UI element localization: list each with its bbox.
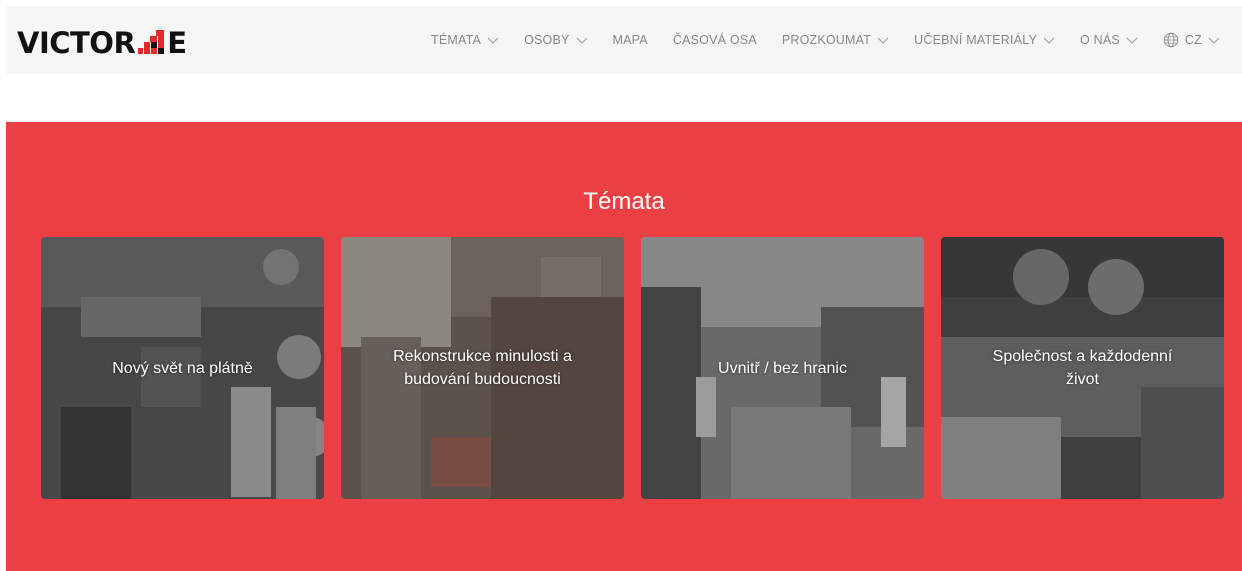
chevron-down-icon [487, 37, 499, 44]
card-label: Nový svět na plátně [112, 359, 253, 377]
nav-item-prozkoumat[interactable]: PROZKOUMAT [782, 33, 889, 47]
victoreu-logo[interactable]: VICTOR E [17, 26, 187, 60]
globe-icon [1163, 32, 1179, 48]
card-label: Uvnitř / bez hranic [718, 359, 847, 377]
nav-item-ucebni-materialy[interactable]: UČEBNÍ MATERIÁLY [914, 33, 1055, 47]
nav-item-o-nas[interactable]: O NÁS [1080, 33, 1138, 47]
theme-card-novy-svet[interactable]: Nový svět na plátně [41, 237, 324, 499]
themes-section: Témata Nový svět na plátně Rekonstrukce … [6, 122, 1242, 571]
logo-text-right: E [167, 26, 187, 60]
chevron-down-icon [1043, 37, 1055, 44]
theme-card-rekonstrukce[interactable]: Rekonstrukce minulosti a budování budouc… [341, 237, 624, 499]
section-title: Témata [583, 188, 665, 215]
chevron-down-icon [877, 37, 889, 44]
card-label: Rekonstrukce minulosti a budování budouc… [393, 348, 572, 388]
language-label: CZ [1184, 33, 1202, 47]
nav-item-temata[interactable]: TÉMATA [431, 33, 499, 47]
nav-item-mapa[interactable]: MAPA [613, 33, 648, 47]
theme-card-spolecnost[interactable]: Společnost a každodenní život [941, 237, 1224, 499]
nav-item-label: OSOBY [524, 33, 570, 47]
logo-blocks-icon [138, 29, 165, 57]
chevron-down-icon [1208, 37, 1220, 44]
nav-item-casova-osa[interactable]: ČASOVÁ OSA [673, 33, 757, 47]
site-header: VICTOR E TÉMATA OSOBY MAPA ČASOVÁ OSA PR… [6, 6, 1242, 74]
language-selector[interactable]: CZ [1163, 32, 1220, 48]
logo-text-left: VICTOR [17, 26, 136, 60]
theme-card-uvnitr[interactable]: Uvnitř / bez hranic [641, 237, 924, 499]
nav-item-label: TÉMATA [431, 33, 482, 47]
nav-item-label: PROZKOUMAT [781, 33, 872, 47]
nav-item-label: O NÁS [1080, 33, 1120, 47]
chevron-down-icon [576, 37, 588, 44]
chevron-down-icon [1126, 37, 1138, 44]
main-nav: TÉMATA OSOBY MAPA ČASOVÁ OSA PROZKOUMAT … [406, 6, 1220, 74]
nav-item-label: UČEBNÍ MATERIÁLY [914, 33, 1038, 47]
nav-item-osoby[interactable]: OSOBY [524, 33, 587, 47]
card-label: Společnost a každodenní život [992, 348, 1173, 388]
nav-item-label: ČASOVÁ OSA [672, 33, 757, 47]
nav-item-label: MAPA [612, 33, 648, 47]
